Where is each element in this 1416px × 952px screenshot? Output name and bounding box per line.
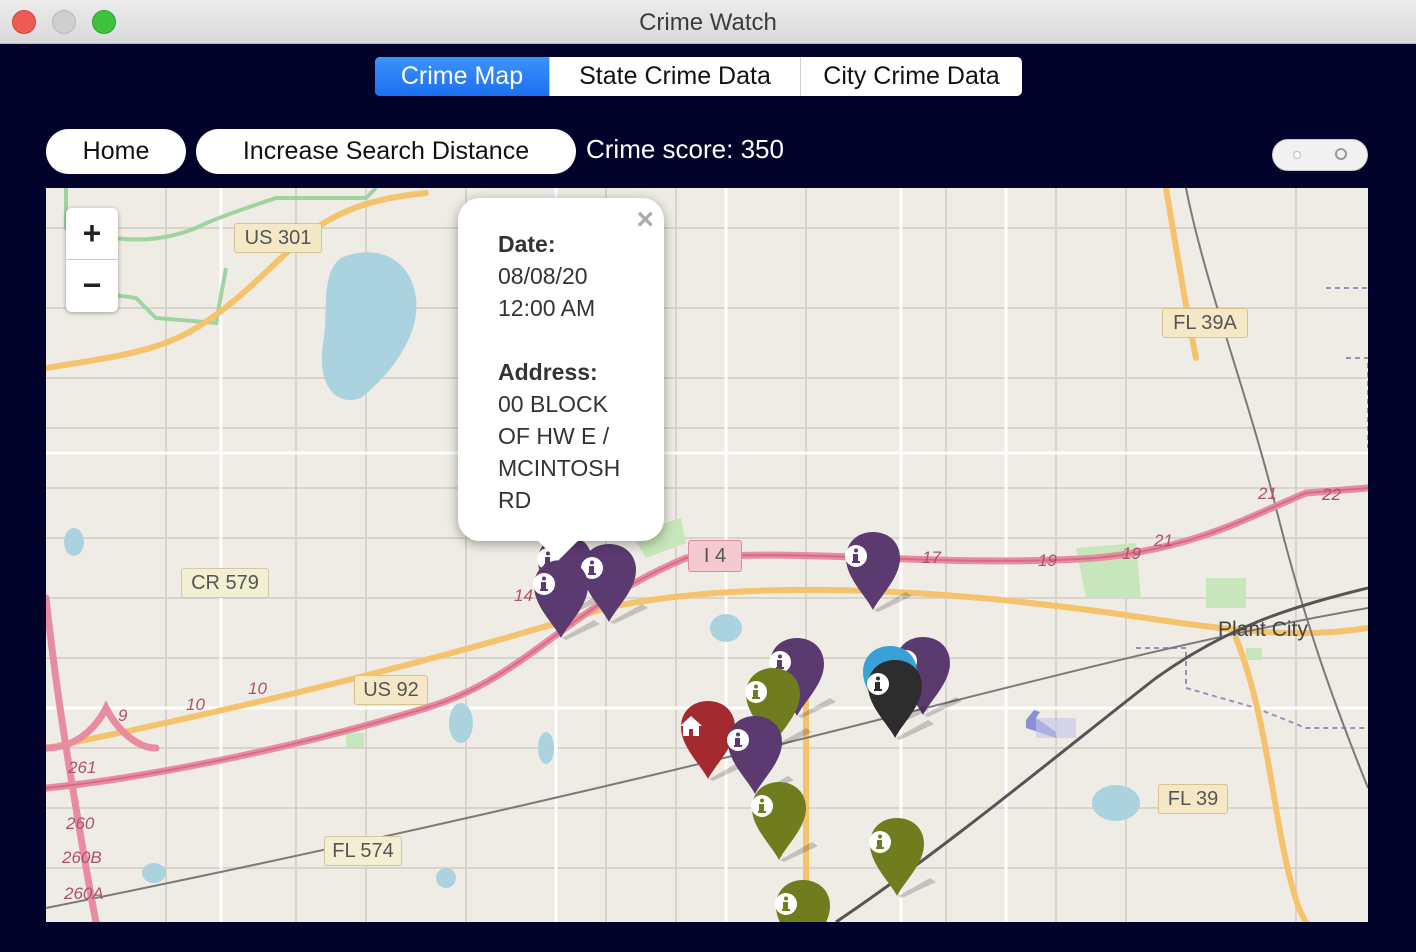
crime-marker[interactable] — [532, 558, 600, 640]
road-label-fl39: FL 39 — [1158, 784, 1228, 814]
exit-label: 21 — [1258, 484, 1277, 503]
exit-label: 21 — [1154, 531, 1173, 550]
crime-marker[interactable] — [866, 658, 934, 740]
road-label-fl574: FL 574 — [324, 836, 402, 866]
road-label-i4: I 4 — [688, 540, 742, 572]
popup-date-label: Date: — [498, 231, 556, 257]
zoom-control: + − — [66, 208, 118, 312]
window-bottom — [0, 922, 1416, 952]
road-label-us301: US 301 — [234, 223, 322, 253]
tab-crime-map[interactable]: Crime Map — [375, 57, 550, 96]
crime-marker[interactable] — [750, 780, 818, 862]
exit-label: 14 — [514, 586, 533, 605]
home-button[interactable]: Home — [46, 129, 186, 174]
crime-marker[interactable] — [868, 816, 936, 898]
crime-marker[interactable] — [774, 878, 832, 922]
tab-bar: Crime Map State Crime Data City Crime Da… — [375, 57, 1022, 96]
exit-label: 10 — [186, 695, 205, 714]
popup-address-line: MCINTOSH — [498, 455, 621, 481]
exit-label: 17 — [922, 548, 941, 567]
crime-map[interactable]: US 301 FL 39A CR 579 I 4 US 92 FL 574 FL… — [46, 188, 1368, 922]
popup-address-line: OF HW E / — [498, 423, 610, 449]
popup-close-button[interactable]: × — [636, 204, 654, 236]
map-toggle-switch[interactable] — [1272, 139, 1368, 171]
road-label-cr579: CR 579 — [181, 568, 269, 598]
crime-info-popup: × Date: 08/08/20 12:00 AM Address: 00 BL… — [458, 198, 664, 561]
toggle-knob — [1293, 151, 1301, 159]
popup-address-line: RD — [498, 487, 532, 513]
exit-label: 260B — [62, 848, 102, 867]
exit-label: 10 — [248, 679, 267, 698]
tab-state-crime-data[interactable]: State Crime Data — [550, 57, 801, 96]
popup-time-value: 12:00 AM — [498, 295, 596, 321]
exit-label: 22 — [1322, 485, 1341, 504]
exit-label: 261 — [68, 758, 97, 777]
increase-search-distance-button[interactable]: Increase Search Distance — [196, 129, 576, 174]
window-title: Crime Watch — [639, 9, 777, 36]
city-label-plant-city: Plant City — [1218, 618, 1308, 641]
toggle-off-indicator — [1335, 148, 1347, 160]
exit-label: 260 — [66, 814, 95, 833]
popup-date-value: 08/08/20 — [498, 263, 588, 289]
exit-label: 19 — [1038, 551, 1057, 570]
title-bar: Crime Watch — [0, 0, 1416, 44]
zoom-out-button[interactable]: − — [66, 260, 118, 311]
popup-address-label: Address: — [498, 359, 598, 385]
crime-score: Crime score: 350 — [586, 134, 784, 164]
popup-address-line: 00 BLOCK — [498, 391, 608, 417]
road-label-us92: US 92 — [354, 675, 428, 705]
zoom-in-button[interactable]: + — [66, 208, 118, 260]
exit-label: 260A — [64, 884, 104, 903]
exit-label: 9 — [118, 706, 128, 725]
crime-marker[interactable] — [844, 530, 912, 612]
road-label-fl39a: FL 39A — [1162, 308, 1248, 338]
exit-label: 19 — [1122, 544, 1141, 563]
tab-city-crime-data[interactable]: City Crime Data — [801, 57, 1022, 96]
